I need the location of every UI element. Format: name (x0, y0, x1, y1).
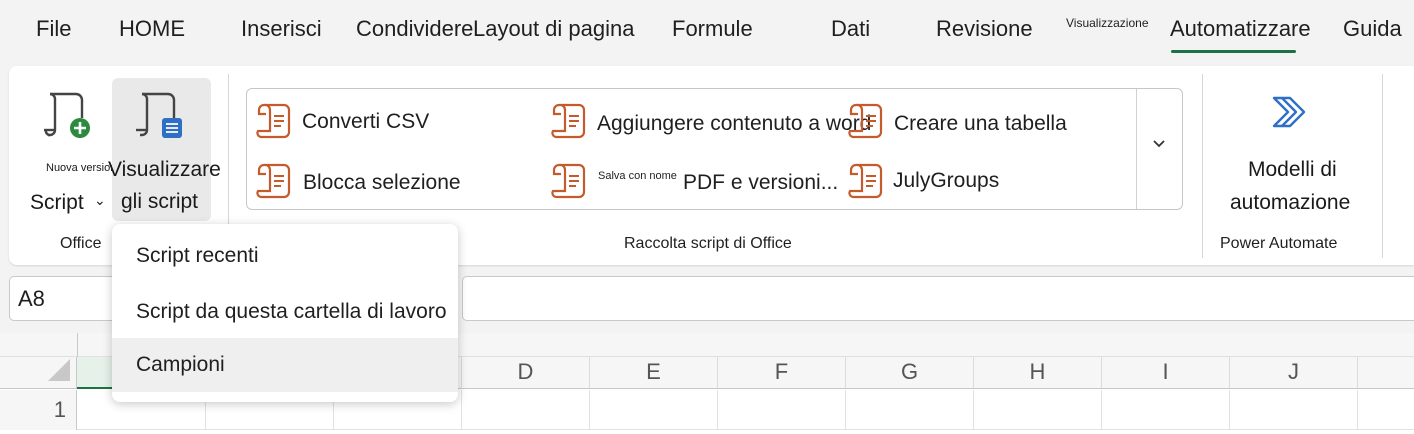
gallery-item-label: Blocca selezione (303, 171, 461, 194)
tab-share[interactable]: Condividere (356, 16, 474, 42)
gallery-item-create-table[interactable]: Creare una tabella (848, 102, 1118, 140)
column-header-partial[interactable] (1358, 357, 1414, 389)
cell-i1[interactable] (1102, 390, 1230, 430)
view-scripts-icon (134, 90, 186, 147)
gallery-group-label: Raccolta script di Office (624, 235, 792, 252)
menu-item-recent-scripts[interactable]: Script recenti (112, 229, 458, 283)
automation-templates-label-1: Modelli di (1248, 158, 1337, 181)
gallery-item-save-pdf[interactable]: Salva con nome PDF e versioni... (551, 160, 841, 200)
cell-g1[interactable] (846, 390, 974, 430)
column-header-d[interactable]: D (462, 357, 590, 389)
chevron-down-icon (1152, 136, 1166, 154)
view-scripts-dropdown: Script recenti Script da questa cartella… (112, 224, 458, 402)
office-group-label: Office (60, 235, 102, 252)
view-scripts-button[interactable]: Visualizzare gli script (108, 78, 221, 221)
cell-h1[interactable] (974, 390, 1102, 430)
row-header-1[interactable]: 1 (0, 390, 77, 430)
tab-help[interactable]: Guida (1343, 16, 1402, 42)
view-scripts-label-2: gli script (121, 190, 199, 213)
gallery-item-lock-selection[interactable]: Blocca selezione (256, 162, 526, 200)
script-icon (551, 102, 589, 145)
active-tab-indicator (1171, 50, 1296, 53)
header-divider (77, 333, 78, 357)
tab-home[interactable]: HOME (119, 16, 185, 42)
column-header-f[interactable]: F (718, 357, 846, 389)
script-icon (551, 162, 589, 205)
gallery-item-label: Creare una tabella (894, 112, 1067, 135)
automation-templates-button[interactable]: Modelli di automazione (1222, 84, 1362, 220)
gallery-item-julygroups[interactable]: JulyGroups (848, 160, 1118, 200)
cell-j1[interactable] (1230, 390, 1358, 430)
tab-file[interactable]: File (36, 16, 71, 42)
gallery-item-label: Converti CSV (302, 110, 430, 133)
gallery-expand-button[interactable] (1137, 90, 1182, 208)
cell-e1[interactable] (590, 390, 718, 430)
column-header-j[interactable]: J (1230, 357, 1358, 389)
power-automate-group-label: Power Automate (1220, 235, 1338, 252)
column-header-i[interactable]: I (1102, 357, 1230, 389)
tab-formulas[interactable]: Formule (672, 16, 753, 42)
menu-item-workbook-scripts[interactable]: Script da questa cartella di lavoro (112, 285, 458, 339)
gallery-item-label: JulyGroups (893, 169, 1000, 192)
menu-item-samples[interactable]: Campioni (112, 338, 458, 392)
name-box-value: A8 (18, 286, 45, 311)
tab-view[interactable]: Visualizzazione (1066, 16, 1149, 30)
cell-k1[interactable] (1358, 390, 1414, 430)
view-scripts-label-1: Visualizzare (108, 158, 221, 181)
group-divider (1202, 74, 1203, 258)
column-header-e[interactable]: E (590, 357, 718, 389)
script-button-label: Script (30, 191, 84, 214)
script-icon (256, 162, 294, 205)
tab-insert[interactable]: Inserisci (241, 16, 322, 42)
tab-review[interactable]: Revisione (936, 16, 1033, 42)
tab-automate[interactable]: Automatizzare (1170, 16, 1311, 42)
new-script-icon (42, 90, 94, 147)
power-automate-icon (1270, 92, 1310, 137)
cell-d1[interactable] (462, 390, 590, 430)
gallery-item-prefix: Salva con nome (598, 170, 677, 182)
tab-data[interactable]: Dati (831, 16, 870, 42)
script-icon (848, 102, 886, 145)
gallery-item-convert-csv[interactable]: Converti CSV (256, 102, 526, 140)
chevron-down-icon: ⌄ (94, 192, 106, 208)
gallery-item-label: PDF e versioni... (683, 171, 839, 194)
group-divider (1382, 74, 1383, 258)
script-icon (848, 162, 886, 205)
automation-templates-label-2: automazione (1230, 191, 1351, 214)
formula-input[interactable] (462, 276, 1414, 321)
cell-f1[interactable] (718, 390, 846, 430)
tab-page-layout[interactable]: Layout di pagina (473, 16, 634, 42)
script-icon (256, 102, 294, 145)
column-header-g[interactable]: G (846, 357, 974, 389)
column-header-h[interactable]: H (974, 357, 1102, 389)
new-script-button[interactable]: Nuova versione Script ⌄ (20, 78, 122, 218)
gallery-item-add-content-word[interactable]: Aggiungere contenuto a word (551, 102, 871, 140)
gallery-item-label: Aggiungere contenuto a word (597, 112, 872, 135)
